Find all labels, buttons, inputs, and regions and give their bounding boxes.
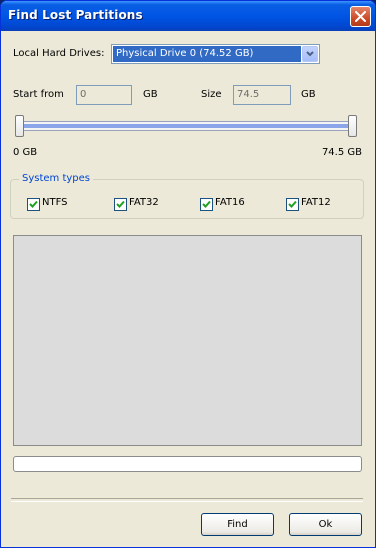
- range-min-label: 0 GB: [13, 147, 38, 158]
- selected-drive: Physical Drive 0 (74.52 GB): [113, 46, 301, 62]
- size-field[interactable]: 74.5: [233, 85, 291, 105]
- fat12-checkbox[interactable]: [286, 198, 299, 211]
- ok-button[interactable]: Ok: [289, 513, 362, 536]
- chevron-down-icon: [306, 51, 314, 57]
- system-types-group: System types NTFS FAT32 FAT16 FAT12: [10, 173, 364, 219]
- range-slider-fill: [19, 124, 353, 128]
- close-button[interactable]: [350, 6, 371, 27]
- range-slider-track[interactable]: [16, 121, 356, 131]
- start-unit-label: GB: [143, 89, 158, 100]
- fat12-label: FAT12: [301, 197, 331, 208]
- dialog-body: Local Hard Drives: Physical Drive 0 (74.…: [4, 31, 372, 546]
- close-icon: [355, 11, 366, 22]
- size-label: Size: [201, 89, 222, 100]
- range-end-handle[interactable]: [348, 115, 357, 137]
- window-title: Find Lost Partitions: [8, 8, 143, 22]
- checkmark-icon: [29, 200, 38, 208]
- range-start-handle[interactable]: [15, 115, 24, 137]
- fat32-label: FAT32: [129, 197, 159, 208]
- size-unit-label: GB: [301, 89, 316, 100]
- find-lost-partitions-dialog: Find Lost Partitions Local Hard Drives: …: [0, 0, 376, 548]
- fat16-label: FAT16: [215, 197, 245, 208]
- separator: [11, 498, 363, 502]
- start-from-field[interactable]: 0: [76, 85, 132, 105]
- fat16-checkbox[interactable]: [200, 198, 213, 211]
- fat32-checkbox[interactable]: [114, 198, 127, 211]
- checkmark-icon: [202, 200, 211, 208]
- start-from-label: Start from: [13, 89, 64, 100]
- partitions-list[interactable]: [13, 235, 362, 446]
- local-hard-drives-dropdown[interactable]: Physical Drive 0 (74.52 GB): [111, 44, 320, 64]
- dropdown-button[interactable]: [302, 46, 318, 62]
- ntfs-checkbox[interactable]: [27, 198, 40, 211]
- system-types-title: System types: [19, 173, 94, 184]
- local-hard-drives-label: Local Hard Drives:: [13, 48, 105, 59]
- search-progress-bar: [13, 456, 362, 472]
- ntfs-label: NTFS: [42, 197, 68, 208]
- find-button[interactable]: Find: [201, 513, 274, 536]
- checkmark-icon: [288, 200, 297, 208]
- title-bar[interactable]: Find Lost Partitions: [1, 1, 375, 31]
- range-max-label: 74.5 GB: [321, 147, 362, 158]
- checkmark-icon: [116, 200, 125, 208]
